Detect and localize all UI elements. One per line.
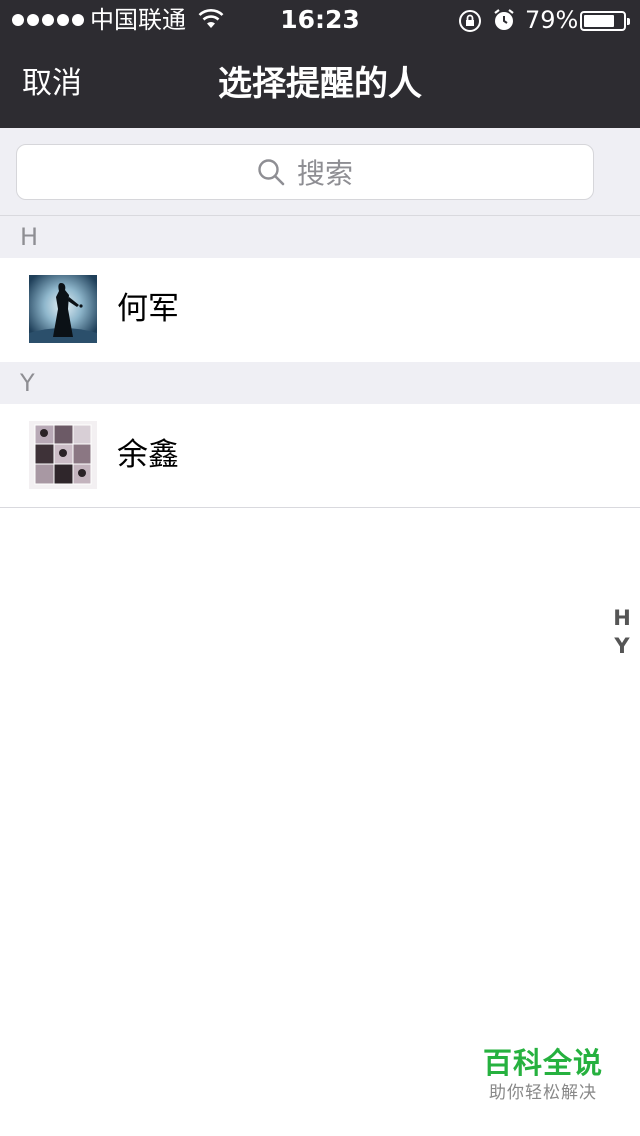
contact-name: 余鑫 — [117, 437, 179, 473]
contact-name: 何军 — [117, 291, 179, 327]
search-input[interactable]: 搜索 — [16, 144, 594, 200]
battery-percent: 79% — [525, 6, 579, 34]
contact-row[interactable]: 余鑫 — [0, 404, 640, 508]
nav-bar: 取消 选择提醒的人 — [0, 40, 640, 128]
contact-row[interactable]: 何军 — [0, 258, 640, 362]
section-letter: H — [20, 223, 39, 251]
watermark-logo: 百科全说 助你轻松解决 — [468, 1044, 618, 1110]
search-placeholder: 搜索 — [296, 157, 353, 190]
top-bar: 中国联通 16:23 79% 取消 选择提醒的人 — [0, 0, 640, 128]
index-letter-h[interactable]: H — [613, 604, 631, 632]
status-bar: 中国联通 16:23 79% — [0, 0, 640, 40]
alarm-icon — [494, 9, 514, 30]
watermark-title: 百科全说 — [482, 1046, 603, 1080]
section-header-y: Y — [0, 362, 640, 404]
index-letter-y[interactable]: Y — [614, 632, 629, 660]
avatar-photo-collage-icon — [29, 421, 97, 489]
page-title: 选择提醒的人 — [218, 64, 422, 104]
watermark-subtitle: 助你轻松解决 — [489, 1083, 597, 1103]
avatar-silhouette-icon — [29, 275, 97, 343]
section-letter: Y — [20, 369, 35, 397]
section-index-bar[interactable]: H Y — [610, 604, 634, 660]
battery-icon — [580, 11, 630, 31]
section-header-h: H — [0, 216, 640, 258]
search-icon — [258, 159, 285, 186]
list-divider — [0, 507, 640, 508]
rotation-lock-icon — [459, 10, 481, 32]
search-bar: 搜索 — [0, 128, 640, 216]
